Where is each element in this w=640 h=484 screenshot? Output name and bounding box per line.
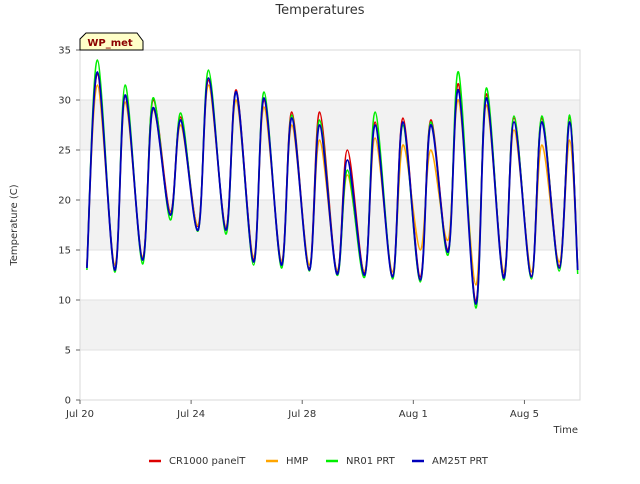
y-tick-label: 20 xyxy=(58,196,71,207)
y-tick-label: 5 xyxy=(65,346,71,357)
y-tick-label: 35 xyxy=(58,46,71,57)
x-tick-label: Aug 1 xyxy=(399,409,428,420)
y-tick-label: 30 xyxy=(58,96,71,107)
legend-label: NR01 PRT xyxy=(346,456,396,467)
grid-band xyxy=(80,100,580,150)
temperature-chart: 0 5 10 15 20 25 30 35 Jul 20 Jul 24 Jul 28 Aug 1 Au… xyxy=(0,0,640,480)
legend-label: AM25T PRT xyxy=(432,456,489,467)
x-tick-label: Jul 24 xyxy=(176,409,205,420)
chart-title: Temperatures xyxy=(274,3,364,18)
grid-band xyxy=(80,300,580,350)
legend-label: HMP xyxy=(286,456,308,467)
y-tick-label: 10 xyxy=(58,296,71,307)
x-tick-label: Jul 20 xyxy=(65,409,94,420)
chart-container: 0 5 10 15 20 25 30 35 Jul 20 Jul 24 Jul 28 Aug 1 Au… xyxy=(0,0,640,480)
site-badge-label: WP_met xyxy=(87,38,133,49)
y-tick-label: 0 xyxy=(65,396,71,407)
y-axis-label: Temperature (C) xyxy=(9,184,20,266)
site-badge: WP_met xyxy=(79,32,144,51)
legend-label: CR1000 panelT xyxy=(169,456,246,467)
y-tick-label: 25 xyxy=(58,146,71,157)
x-tick-label: Aug 5 xyxy=(510,409,539,420)
x-tick-label: Jul 28 xyxy=(287,409,316,420)
x-axis-label: Time xyxy=(553,425,578,436)
y-tick-label: 15 xyxy=(58,246,71,257)
